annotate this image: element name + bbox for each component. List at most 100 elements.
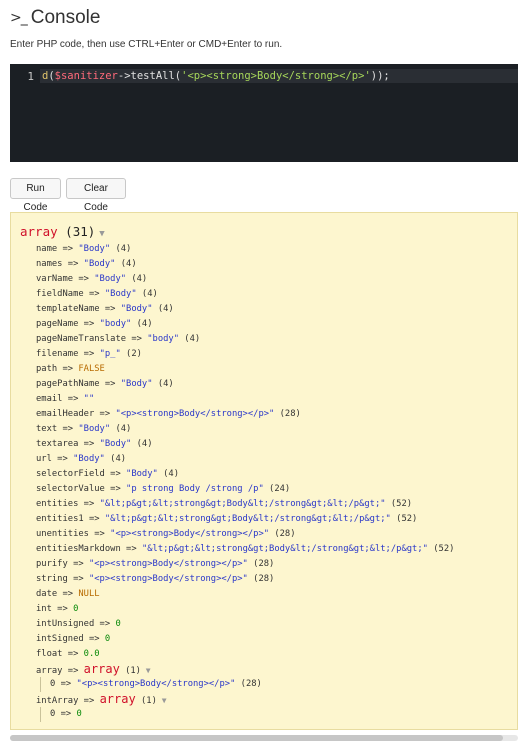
- horizontal-scrollbar[interactable]: [10, 735, 518, 741]
- row-length: (4): [152, 379, 174, 389]
- row-operator: =>: [78, 349, 100, 359]
- output-row[interactable]: array => array (1) ▼: [36, 662, 454, 677]
- row-operator: =>: [57, 589, 79, 599]
- row-value: "Body": [83, 259, 116, 269]
- row-key: path: [36, 364, 58, 374]
- collapse-triangle-icon[interactable]: ▼: [99, 229, 104, 239]
- output-rows: name => "Body" (4) names => "Body" (4) var…: [36, 242, 454, 722]
- terminal-icon: >_: [10, 10, 28, 26]
- row-length: (52): [390, 514, 418, 524]
- row-operator: =>: [88, 529, 111, 539]
- row-key: text: [36, 424, 58, 434]
- output-row: entities1 => "&lt;p&gt;&lt;strong&gt;Bod…: [36, 512, 454, 527]
- row-operator: =>: [62, 394, 84, 404]
- collapse-triangle-icon[interactable]: ▼: [141, 666, 151, 675]
- code-method: testAll: [130, 70, 175, 82]
- output-row[interactable]: intArray => array (1) ▼: [36, 692, 454, 707]
- row-key: selectorField: [36, 469, 105, 479]
- row-key: date: [36, 589, 58, 599]
- run-code-button[interactable]: Run Code: [10, 178, 61, 213]
- output-row: emailHeader => "<p><strong>Body</strong>…: [36, 407, 454, 422]
- row-key: pagePathName: [36, 379, 100, 389]
- output-row: selectorField => "Body" (4): [36, 467, 454, 482]
- row-operator: =>: [104, 469, 127, 479]
- row-value: "&lt;p&gt;&lt;strong&gt;Body&lt;/strong&…: [141, 544, 428, 554]
- row-length: (4): [131, 319, 153, 329]
- row-value: "Body": [78, 244, 111, 254]
- row-key: intArray: [36, 696, 79, 706]
- row-value: "Body": [94, 274, 127, 284]
- output-row: string => "<p><strong>Body</strong></p>"…: [36, 572, 454, 587]
- output-row: entitiesMarkdown => "&lt;p&gt;&lt;strong…: [36, 542, 454, 557]
- output-row: pageName => "body" (4): [36, 317, 454, 332]
- row-value: FALSE: [78, 364, 105, 374]
- row-value: "": [83, 394, 95, 404]
- row-key: pageName: [36, 319, 79, 329]
- row-length: (4): [179, 334, 201, 344]
- output-row: intUnsigned => 0: [36, 617, 454, 632]
- code-string: '<p><strong>Body</strong></p>': [181, 70, 371, 82]
- row-length: (4): [104, 454, 127, 464]
- row-key: float: [36, 649, 63, 659]
- row-value: "Body": [126, 469, 158, 479]
- row-operator: =>: [104, 484, 127, 494]
- collapse-triangle-icon[interactable]: ▼: [157, 696, 167, 705]
- row-key: intSigned: [36, 634, 84, 644]
- code-editor[interactable]: 1 d($sanitizer->testAll('<p><strong>Body…: [10, 64, 518, 162]
- row-length: (24): [263, 484, 291, 494]
- row-length: (28): [247, 574, 275, 584]
- row-key: entitiesMarkdown: [36, 544, 121, 554]
- row-operator: =>: [78, 696, 100, 706]
- row-operator: =>: [120, 544, 142, 554]
- clear-code-button[interactable]: Clear Code: [66, 178, 126, 213]
- row-length: (28): [235, 679, 262, 689]
- row-operator: =>: [62, 666, 84, 676]
- row-key: int: [36, 604, 52, 614]
- row-length: (2): [120, 349, 142, 359]
- row-length: (4): [152, 304, 174, 314]
- row-key: purify: [36, 559, 68, 569]
- row-operator: =>: [83, 634, 105, 644]
- row-operator: =>: [55, 709, 77, 719]
- output-root-array[interactable]: array (31) ▼: [20, 224, 105, 239]
- scrollbar-thumb[interactable]: [10, 735, 503, 741]
- array-count: (31): [57, 224, 96, 239]
- output-row: pageNameTranslate => "body" (4): [36, 332, 454, 347]
- row-operator: =>: [62, 649, 84, 659]
- output-row: unentities => "<p><strong>Body</strong><…: [36, 527, 454, 542]
- row-operator: =>: [83, 514, 105, 524]
- row-value: "&lt;p&gt;&lt;strong&gt;Body&lt;/strong&…: [99, 499, 386, 509]
- output-row: float => 0.0: [36, 647, 454, 662]
- row-key: string: [36, 574, 68, 584]
- output-panel: array (31) ▼ name => "Body" (4) names => "…: [10, 212, 518, 730]
- row-key: url: [36, 454, 52, 464]
- array-keyword: array: [99, 692, 136, 706]
- code-variable: $sanitizer: [54, 70, 118, 82]
- row-length: (4): [126, 274, 148, 284]
- row-operator: =>: [78, 499, 100, 509]
- output-row: purify => "<p><strong>Body</strong></p>"…: [36, 557, 454, 572]
- row-value: NULL: [78, 589, 100, 599]
- row-operator: =>: [51, 454, 74, 464]
- row-operator: =>: [94, 409, 116, 419]
- output-row: fieldName => "Body" (4): [36, 287, 454, 302]
- row-key: email: [36, 394, 63, 404]
- row-operator: =>: [55, 679, 77, 689]
- output-row: templateName => "Body" (4): [36, 302, 454, 317]
- row-length: (4): [110, 244, 132, 254]
- output-row: 0 => 0: [36, 707, 454, 722]
- row-value: "Body": [120, 379, 153, 389]
- output-row: text => "Body" (4): [36, 422, 454, 437]
- row-key: selectorValue: [36, 484, 105, 494]
- code-line-content[interactable]: d($sanitizer->testAll('<p><strong>Body</…: [40, 69, 518, 83]
- row-value: "Body": [104, 289, 137, 299]
- array-keyword: array: [83, 662, 120, 676]
- row-operator: =>: [78, 319, 100, 329]
- output-row: email => "": [36, 392, 454, 407]
- row-length: (52): [427, 544, 455, 554]
- row-key: entities1: [36, 514, 84, 524]
- output-row: varName => "Body" (4): [36, 272, 454, 287]
- row-value: "body": [99, 319, 132, 329]
- row-key: varName: [36, 274, 74, 284]
- editor-line[interactable]: 1 d($sanitizer->testAll('<p><strong>Body…: [10, 69, 518, 83]
